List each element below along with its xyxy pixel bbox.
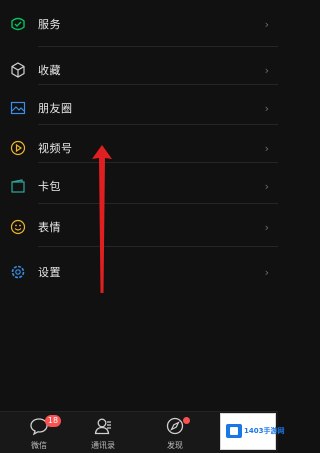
divider — [38, 203, 278, 204]
card-wallet-icon — [11, 179, 25, 193]
chevron-right-icon: › — [264, 179, 269, 193]
menu-item-stickers[interactable]: 表情 › — [0, 203, 278, 251]
menu-label: 卡包 — [38, 180, 61, 193]
compass-icon — [166, 417, 184, 435]
menu-label: 设置 — [38, 266, 61, 279]
divider — [38, 46, 278, 47]
channels-icon — [10, 140, 26, 156]
menu-label: 朋友圈 — [38, 102, 73, 115]
sticker-icon — [10, 219, 26, 235]
unread-badge: 18 — [45, 415, 61, 427]
divider — [38, 124, 278, 125]
tab-contacts[interactable]: 通讯录 — [78, 412, 128, 453]
menu-label: 服务 — [38, 18, 61, 31]
menu-label: 收藏 — [38, 64, 61, 77]
tab-label: 微信 — [31, 441, 47, 450]
divider — [38, 246, 278, 247]
tab-discover[interactable]: 发现 — [150, 412, 200, 453]
chevron-right-icon: › — [264, 101, 269, 115]
watermark: 1403手游网 — [220, 413, 284, 450]
tab-label: 通讯录 — [91, 441, 115, 450]
empty-area — [0, 300, 278, 411]
contacts-icon — [94, 418, 111, 435]
divider — [38, 162, 278, 163]
tab-chats[interactable]: 18 微信 — [14, 412, 64, 453]
menu-item-settings[interactable]: 设置 › — [0, 248, 278, 296]
moments-icon — [10, 101, 26, 115]
chevron-right-icon: › — [264, 63, 269, 77]
chevron-right-icon: › — [264, 265, 269, 279]
chevron-right-icon: › — [264, 17, 269, 31]
red-arrow-annotation — [92, 145, 112, 293]
divider — [38, 84, 278, 85]
chevron-right-icon: › — [264, 141, 269, 155]
menu-label: 表情 — [38, 221, 61, 234]
menu-item-service[interactable]: 服务 › — [0, 0, 278, 48]
service-icon — [11, 17, 25, 31]
chevron-right-icon: › — [264, 220, 269, 234]
notification-dot — [183, 417, 190, 424]
tab-label: 发现 — [167, 441, 183, 450]
favorites-icon — [11, 62, 25, 78]
settings-icon — [11, 265, 25, 279]
watermark-logo-icon — [226, 424, 242, 438]
watermark-text: 1403手游网 — [244, 427, 285, 435]
menu-label: 视频号 — [38, 142, 73, 155]
